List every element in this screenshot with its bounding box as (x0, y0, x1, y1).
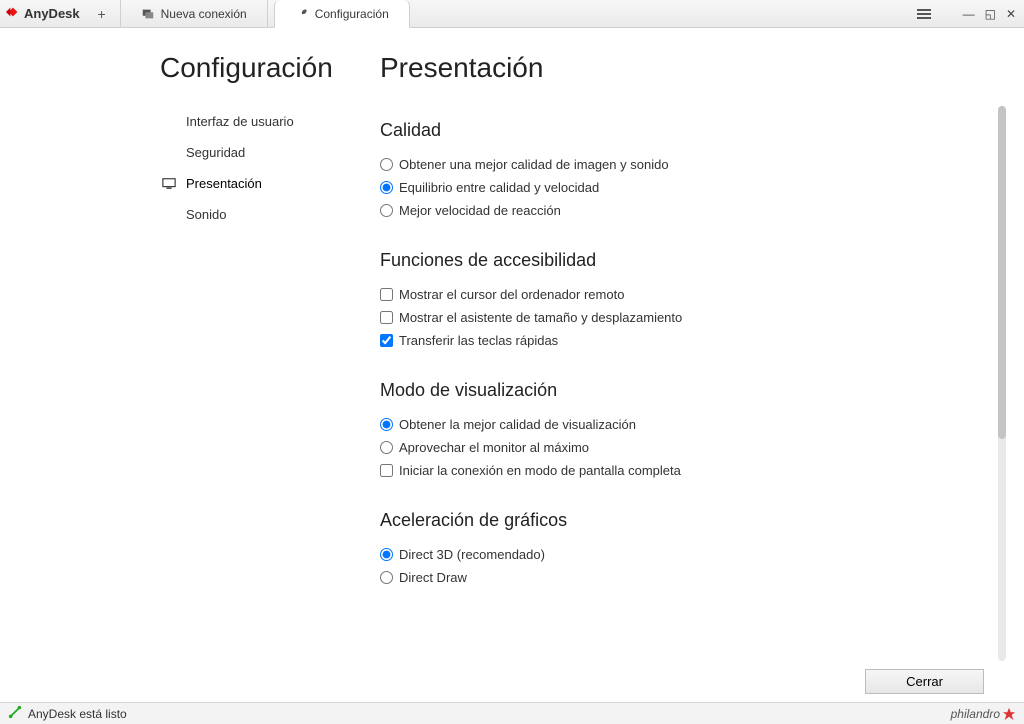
connection-icon (141, 7, 155, 21)
sidebar-item-label: Seguridad (186, 145, 245, 160)
tab-label: Nueva conexión (161, 7, 247, 21)
settings-sidebar: Configuración Interfaz de usuario Seguri… (0, 28, 380, 702)
option-label: Transferir las teclas rápidas (399, 333, 558, 348)
radio-input[interactable] (380, 158, 393, 171)
settings-scroll[interactable]: Calidad Obtener una mejor calidad de ima… (380, 106, 1024, 661)
radio-input[interactable] (380, 548, 393, 561)
section-accessibility-title: Funciones de accesibilidad (380, 250, 984, 271)
sidebar-item-sound[interactable]: Sonido (160, 199, 380, 230)
sidebar-item-label: Presentación (186, 176, 262, 191)
view-best-quality[interactable]: Obtener la mejor calidad de visualizació… (380, 413, 984, 436)
sidebar-item-label: Interfaz de usuario (186, 114, 294, 129)
radio-input[interactable] (380, 418, 393, 431)
access-show-assistant[interactable]: Mostrar el asistente de tamaño y desplaz… (380, 306, 984, 329)
anydesk-logo-icon (6, 5, 20, 22)
hamburger-menu-icon[interactable] (917, 9, 931, 19)
tab-label: Configuración (315, 7, 389, 21)
tab-new-connection[interactable]: Nueva conexión (120, 0, 268, 27)
vendor-brand: philandro (951, 707, 1016, 721)
option-label: Direct 3D (recomendado) (399, 547, 545, 562)
option-label: Obtener una mejor calidad de imagen y so… (399, 157, 669, 172)
window-controls: — ◱ ✕ (909, 0, 1024, 27)
checkbox-input[interactable] (380, 288, 393, 301)
option-label: Mostrar el asistente de tamaño y desplaz… (399, 310, 682, 325)
section-quality-title: Calidad (380, 120, 984, 141)
sidebar-item-label: Sonido (186, 207, 226, 222)
sidebar-item-security[interactable]: Seguridad (160, 137, 380, 168)
section-graphics-title: Aceleración de gráficos (380, 510, 984, 531)
content-area: Configuración Interfaz de usuario Seguri… (0, 28, 1024, 702)
radio-input[interactable] (380, 181, 393, 194)
new-tab-button[interactable]: + (90, 0, 114, 27)
sidebar-title: Configuración (160, 52, 380, 84)
checkbox-input[interactable] (380, 334, 393, 347)
settings-main: Presentación Calidad Obtener una mejor c… (380, 28, 1024, 702)
status-text: AnyDesk está listo (28, 707, 127, 721)
radio-input[interactable] (380, 204, 393, 217)
option-label: Direct Draw (399, 570, 467, 585)
gfx-direct3d[interactable]: Direct 3D (recomendado) (380, 543, 984, 566)
checkbox-input[interactable] (380, 311, 393, 324)
option-label: Equilibrio entre calidad y velocidad (399, 180, 599, 195)
view-max-monitor[interactable]: Aprovechar el monitor al máximo (380, 436, 984, 459)
access-transfer-hotkeys[interactable]: Transferir las teclas rápidas (380, 329, 984, 352)
maximize-button[interactable]: ◱ (985, 7, 996, 21)
sidebar-item-ui[interactable]: Interfaz de usuario (160, 106, 380, 137)
access-show-cursor[interactable]: Mostrar el cursor del ordenador remoto (380, 283, 984, 306)
view-fullscreen-start[interactable]: Iniciar la conexión en modo de pantalla … (380, 459, 984, 482)
sidebar-item-presentation[interactable]: Presentación (160, 168, 380, 199)
radio-input[interactable] (380, 571, 393, 584)
app-brand: AnyDesk (0, 0, 90, 27)
title-bar: AnyDesk + Nueva conexión Configuración —… (0, 0, 1024, 28)
main-title: Presentación (380, 52, 1024, 84)
close-button[interactable]: Cerrar (865, 669, 984, 694)
quality-option-balance[interactable]: Equilibrio entre calidad y velocidad (380, 176, 984, 199)
wrench-icon (295, 7, 309, 21)
dialog-footer: Cerrar (380, 661, 1024, 702)
option-label: Obtener la mejor calidad de visualizació… (399, 417, 636, 432)
app-name: AnyDesk (24, 6, 80, 21)
quality-option-speed[interactable]: Mejor velocidad de reacción (380, 199, 984, 222)
option-label: Aprovechar el monitor al máximo (399, 440, 589, 455)
status-bar: AnyDesk está listo philandro (0, 702, 1024, 724)
status-ready-icon (8, 705, 22, 722)
gfx-directdraw[interactable]: Direct Draw (380, 566, 984, 589)
option-label: Iniciar la conexión en modo de pantalla … (399, 463, 681, 478)
radio-input[interactable] (380, 441, 393, 454)
close-window-button[interactable]: ✕ (1006, 7, 1016, 21)
monitor-icon (160, 177, 178, 191)
section-viewmode-title: Modo de visualización (380, 380, 984, 401)
checkbox-input[interactable] (380, 464, 393, 477)
quality-option-best[interactable]: Obtener una mejor calidad de imagen y so… (380, 153, 984, 176)
option-label: Mostrar el cursor del ordenador remoto (399, 287, 624, 302)
minimize-button[interactable]: — (963, 7, 975, 21)
option-label: Mejor velocidad de reacción (399, 203, 561, 218)
tab-settings[interactable]: Configuración (274, 0, 410, 28)
